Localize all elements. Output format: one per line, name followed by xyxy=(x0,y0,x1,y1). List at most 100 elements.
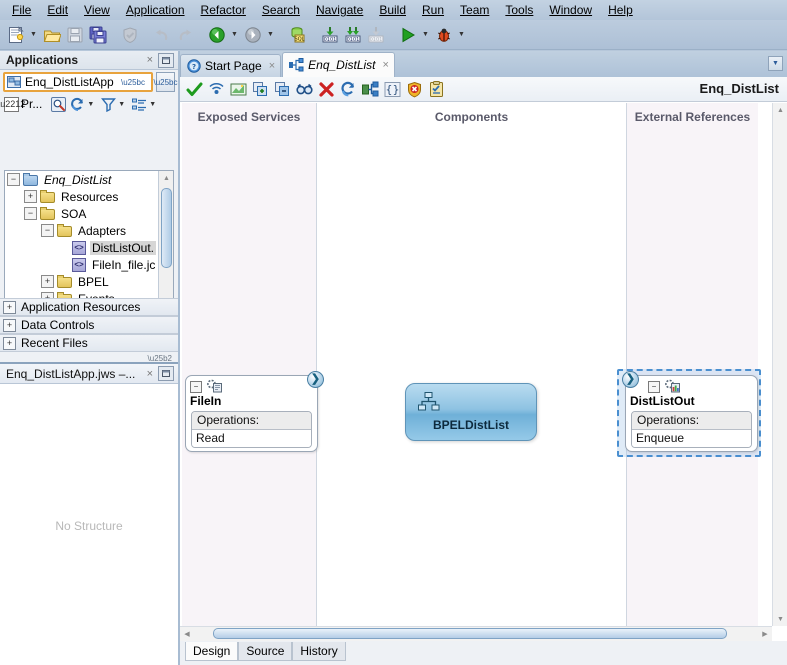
composite-canvas[interactable]: Exposed Services Components External Ref… xyxy=(180,102,787,641)
menu-application[interactable]: Application xyxy=(118,1,193,19)
new-file-dropdown-arrow[interactable]: ▼ xyxy=(28,24,39,46)
tree-item-bpel[interactable]: +BPEL xyxy=(5,273,158,290)
tree-item-distlistout[interactable]: <>DistListOut. xyxy=(5,239,158,256)
menu-tools[interactable]: Tools xyxy=(497,1,541,19)
menu-refactor[interactable]: Refactor xyxy=(193,1,254,19)
application-combo[interactable]: Enq_DistListApp \u25bc xyxy=(3,72,153,92)
section-data-controls[interactable]: + Data Controls xyxy=(0,316,178,334)
tab-enq-distlist[interactable]: Enq_DistList × xyxy=(282,52,395,77)
tab-start-page[interactable]: ? Start Page × xyxy=(180,54,281,77)
group-by-dropdown-arrow[interactable]: ▼ xyxy=(149,101,156,108)
menu-navigate[interactable]: Navigate xyxy=(308,1,371,19)
section-application-resources[interactable]: + Application Resources xyxy=(0,298,178,316)
run-dropdown-arrow[interactable]: ▼ xyxy=(420,24,431,46)
new-file-icon[interactable] xyxy=(5,24,27,46)
tree-item-enq-distlist[interactable]: −Enq_DistList xyxy=(5,171,158,188)
menu-help[interactable]: Help xyxy=(600,1,641,19)
scroll-left-icon[interactable]: ◀ xyxy=(180,627,194,641)
menu-search[interactable]: Search xyxy=(254,1,308,19)
step-over-icon[interactable]: 0101 xyxy=(342,24,364,46)
debug-icon[interactable] xyxy=(433,24,455,46)
minimize-icon[interactable] xyxy=(158,366,174,381)
operation-read[interactable]: Read xyxy=(192,430,311,447)
project-tree-scroll-thumb[interactable] xyxy=(161,188,172,268)
tree-item-soa[interactable]: −SOA xyxy=(5,205,158,222)
collapse-icon[interactable]: − xyxy=(648,381,660,393)
close-icon[interactable]: × xyxy=(142,368,158,380)
filter-icon[interactable] xyxy=(99,96,117,113)
add-component-icon[interactable] xyxy=(250,79,271,99)
back-dropdown-arrow[interactable]: ▼ xyxy=(229,24,240,46)
close-icon[interactable]: × xyxy=(380,59,389,71)
menu-edit[interactable]: Edit xyxy=(39,1,76,19)
service-node-filein-chevron[interactable]: ❯ xyxy=(307,371,324,388)
expand-icon[interactable]: + xyxy=(3,319,16,332)
tab-source[interactable]: Source xyxy=(238,642,292,661)
forward-dropdown-arrow[interactable]: ▼ xyxy=(265,24,276,46)
operation-enqueue[interactable]: Enqueue xyxy=(632,430,751,447)
scroll-down-icon[interactable]: ▼ xyxy=(773,612,787,626)
search-icon[interactable] xyxy=(49,96,67,113)
properties-icon[interactable] xyxy=(426,79,447,99)
xml-braces-icon[interactable]: {} xyxy=(382,79,403,99)
forward-icon[interactable] xyxy=(242,24,264,46)
validate-icon[interactable] xyxy=(184,79,205,99)
close-icon[interactable]: × xyxy=(142,54,158,66)
tree-item-filein-file-jc[interactable]: <>FileIn_file.jc xyxy=(5,256,158,273)
tree-item-resources[interactable]: +Resources xyxy=(5,188,158,205)
projects-collapse-icon[interactable]: \u2212 xyxy=(4,97,19,112)
group-by-icon[interactable] xyxy=(130,96,148,113)
menu-team[interactable]: Team xyxy=(452,1,497,19)
tab-design[interactable]: Design xyxy=(185,642,238,661)
collapse-icon[interactable]: − xyxy=(24,207,37,220)
tab-overflow-button[interactable]: ▼ xyxy=(768,56,783,71)
expand-icon[interactable]: + xyxy=(24,190,37,203)
reference-node-distlistout-chevron[interactable]: ❯ xyxy=(622,371,639,388)
wires-icon[interactable] xyxy=(360,79,381,99)
refresh-icon[interactable] xyxy=(68,96,86,113)
canvas-horizontal-scrollbar[interactable]: ◀ ▶ xyxy=(180,626,772,641)
menu-window[interactable]: Window xyxy=(541,1,600,19)
scroll-up-icon[interactable]: ▲ xyxy=(773,103,787,117)
chart-icon[interactable] xyxy=(228,79,249,99)
canvas-vertical-scrollbar[interactable]: ▲ ▼ xyxy=(772,103,787,626)
collapse-icon[interactable]: − xyxy=(190,381,202,393)
find-icon[interactable] xyxy=(294,79,315,99)
collapse-icon[interactable]: − xyxy=(41,224,54,237)
expand-icon[interactable]: + xyxy=(3,301,16,314)
run-icon[interactable] xyxy=(397,24,419,46)
back-icon[interactable] xyxy=(206,24,228,46)
deploy-icon[interactable] xyxy=(206,79,227,99)
tab-history[interactable]: History xyxy=(292,642,345,661)
menu-build[interactable]: Build xyxy=(371,1,414,19)
scroll-up-icon[interactable]: ▲ xyxy=(159,171,174,185)
minimize-icon[interactable] xyxy=(158,53,174,68)
scroll-right-icon[interactable]: ▶ xyxy=(758,627,772,641)
menu-run[interactable]: Run xyxy=(414,1,452,19)
sql-worksheet-icon[interactable]: SQL xyxy=(287,24,309,46)
menu-file[interactable]: File xyxy=(4,1,39,19)
section-recent-files[interactable]: + Recent Files xyxy=(0,334,178,352)
save-all-icon[interactable] xyxy=(87,24,109,46)
application-menu-button[interactable]: \u25bc xyxy=(156,72,175,92)
debug-dropdown-arrow[interactable]: ▼ xyxy=(456,24,467,46)
tree-item-adapters[interactable]: −Adapters xyxy=(5,222,158,239)
policy-icon[interactable] xyxy=(404,79,425,99)
step-into-icon[interactable]: 0101 xyxy=(319,24,341,46)
collapse-icon[interactable]: − xyxy=(7,173,20,186)
remove-component-icon[interactable] xyxy=(272,79,293,99)
expand-icon[interactable]: + xyxy=(41,275,54,288)
refresh-dropdown-arrow[interactable]: ▼ xyxy=(87,101,94,108)
reference-node-distlistout[interactable]: − DistListOut Operations: Enqueue xyxy=(625,375,758,452)
menu-view[interactable]: View xyxy=(76,1,118,19)
close-icon[interactable]: × xyxy=(266,60,275,72)
delete-icon[interactable] xyxy=(316,79,337,99)
open-file-icon[interactable] xyxy=(41,24,63,46)
filter-dropdown-arrow[interactable]: ▼ xyxy=(118,101,125,108)
canvas-hscroll-thumb[interactable] xyxy=(213,628,727,639)
expand-icon[interactable]: + xyxy=(3,337,16,350)
refresh-wsdl-icon[interactable] xyxy=(338,79,359,99)
chevron-down-icon[interactable]: \u25bc xyxy=(117,78,149,87)
component-node-bpeldistlist[interactable]: BPELDistList xyxy=(405,383,537,441)
service-node-filein[interactable]: − FileIn Operations: Read xyxy=(185,375,318,452)
